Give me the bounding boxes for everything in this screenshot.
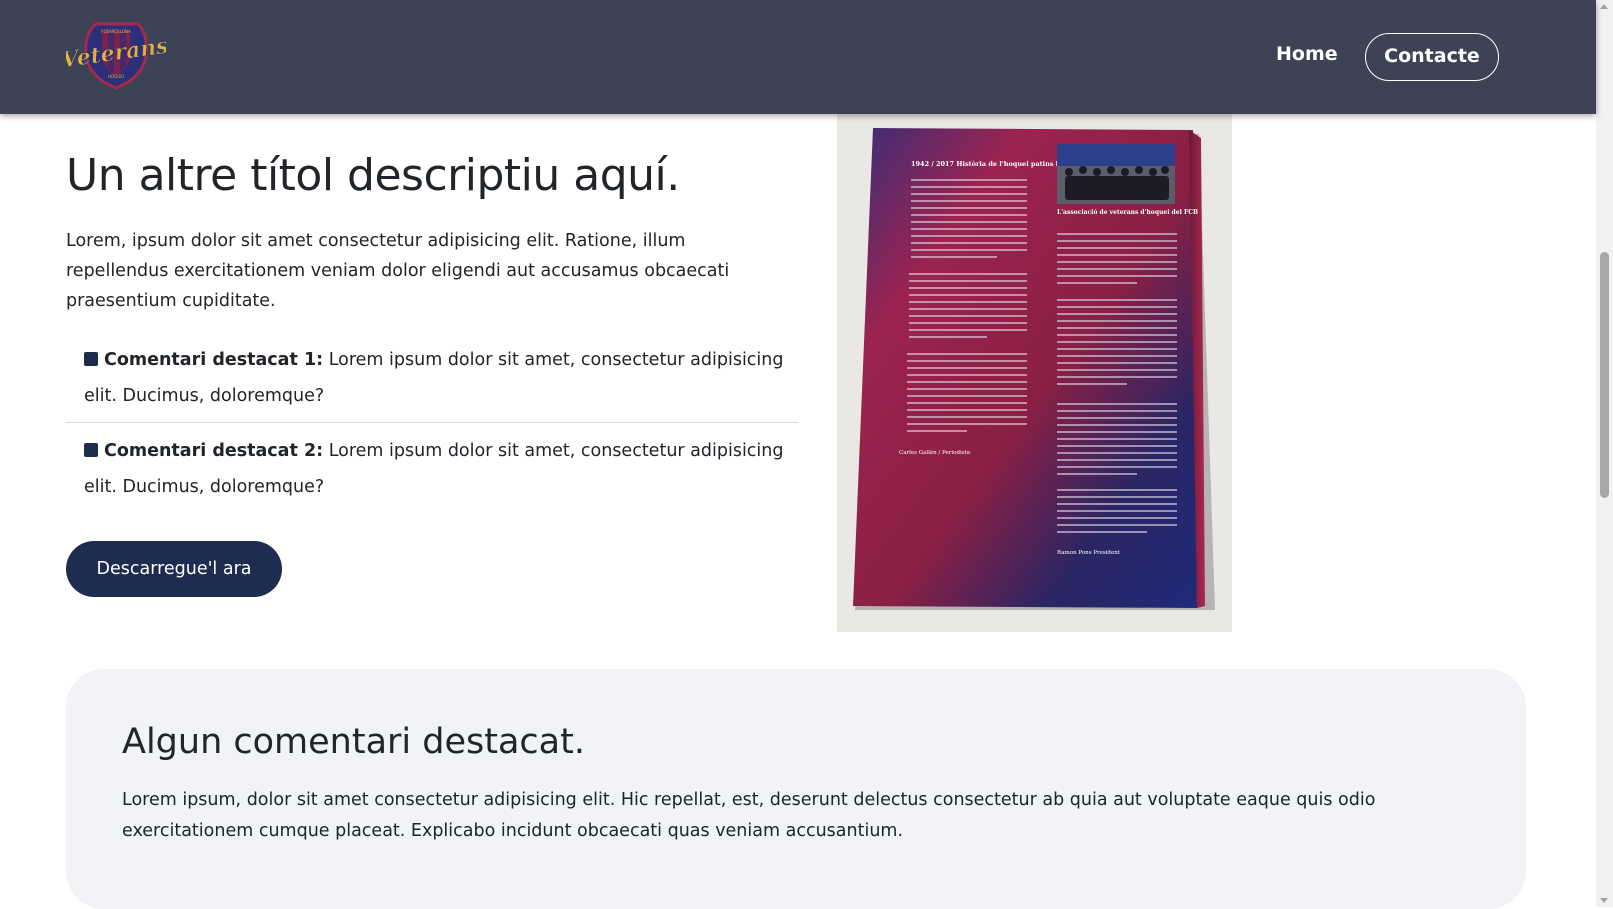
feature-label: Comentari destacat 1:: [104, 350, 324, 370]
book-right-signature: Ramon Pons President: [1057, 550, 1121, 556]
feature-item-1: Comentari destacat 1: Lorem ipsum dolor …: [66, 342, 798, 414]
feature-item-2: Comentari destacat 2: Lorem ipsum dolor …: [66, 433, 798, 505]
scroll-up-arrow-icon[interactable]: [1600, 4, 1608, 9]
callout-body: Lorem ipsum, dolor sit amet consectetur …: [122, 790, 1376, 841]
nav-contact-button[interactable]: Contacte: [1365, 33, 1499, 81]
nav-home-link[interactable]: Home: [1276, 43, 1338, 65]
feature-divider: [66, 422, 798, 423]
book-right-heading: L'associació de veterans d'hoquei del FC…: [1057, 209, 1198, 216]
scroll-thumb[interactable]: [1600, 252, 1609, 498]
site-header: Veterans FCBARCELONA HOQUEI Home Contact…: [0, 0, 1596, 114]
hero-title: Un altre títol descriptiu aquí.: [66, 150, 680, 201]
page-scrollbar[interactable]: [1596, 0, 1613, 907]
svg-text:HOQUEI: HOQUEI: [108, 74, 124, 79]
svg-text:FCBARCELONA: FCBARCELONA: [101, 29, 131, 34]
callout-title: Algun comentari destacat.: [122, 722, 585, 762]
hero-description: Lorem, ipsum dolor sit amet consectetur …: [66, 231, 730, 311]
feature-label: Comentari destacat 2:: [104, 441, 324, 461]
veterans-logo[interactable]: Veterans FCBARCELONA HOQUEI: [66, 20, 166, 92]
book-left-signature: Carles Gallén / Periodista: [899, 449, 971, 456]
scroll-down-arrow-icon[interactable]: [1600, 898, 1608, 903]
bullet-square-icon: [84, 352, 98, 366]
download-button[interactable]: Descarregue'l ara: [66, 541, 282, 597]
bullet-square-icon: [84, 443, 98, 457]
book-back-cover-image: 1942 / 2017 Història de l'hoquei patins …: [837, 114, 1232, 632]
